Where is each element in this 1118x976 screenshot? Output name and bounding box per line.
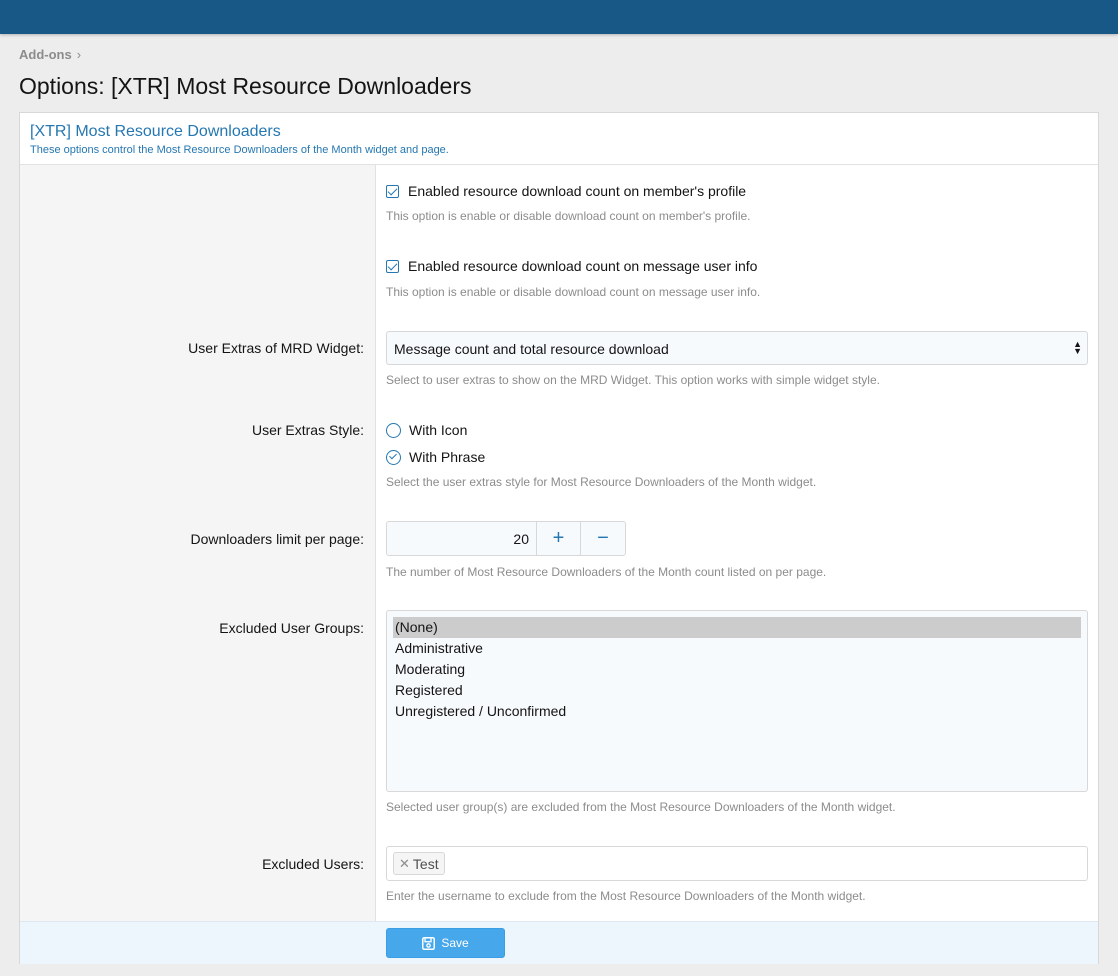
- list-option[interactable]: Moderating: [393, 659, 1081, 680]
- chevron-right-icon: ›: [76, 47, 82, 62]
- extras-style-label: User Extras Style:: [251, 422, 364, 438]
- save-icon: [422, 936, 436, 950]
- profile-count-hint: This option is enable or disable downloa…: [386, 209, 751, 223]
- radio-unchecked-icon[interactable]: [386, 422, 401, 438]
- list-option[interactable]: Administrative: [393, 638, 1081, 659]
- limit-hint: The number of Most Resource Downloaders …: [386, 565, 827, 579]
- block-description: These options control the Most Resource …: [30, 144, 449, 156]
- user-extras-label: User Extras of MRD Widget:: [188, 340, 364, 356]
- checkbox-checked-icon[interactable]: [386, 259, 399, 273]
- block-header: [XTR] Most Resource Downloaders These op…: [20, 113, 1098, 165]
- extras-style-hint: Select the user extras style for Most Re…: [386, 475, 817, 489]
- save-button[interactable]: Save: [386, 928, 505, 958]
- excluded-users-input[interactable]: ✕ Test: [386, 846, 1088, 881]
- top-navigation-bar: [0, 0, 1118, 34]
- limit-input[interactable]: 20: [387, 522, 537, 555]
- profile-count-label: Enabled resource download count on membe…: [408, 183, 747, 199]
- radio-with-icon-label: With Icon: [409, 422, 468, 438]
- select-arrows-icon: ▲ ▼: [1073, 339, 1082, 356]
- message-count-checkbox[interactable]: Enabled resource download count on messa…: [386, 258, 757, 274]
- list-option[interactable]: Unregistered / Unconfirmed: [393, 701, 1081, 722]
- list-option[interactable]: Registered: [393, 680, 1081, 701]
- user-extras-hint: Select to user extras to show on the MRD…: [386, 373, 880, 387]
- excluded-groups-listbox[interactable]: (None) Administrative Moderating Registe…: [386, 610, 1088, 792]
- user-token: ✕ Test: [393, 852, 445, 875]
- plus-icon[interactable]: +: [537, 522, 581, 555]
- excluded-users-label: Excluded Users:: [262, 856, 364, 872]
- radio-with-icon[interactable]: With Icon: [386, 422, 467, 438]
- block-title: [XTR] Most Resource Downloaders: [30, 123, 281, 140]
- limit-stepper: 20 + −: [386, 521, 626, 556]
- message-count-hint: This option is enable or disable downloa…: [386, 285, 761, 299]
- profile-count-checkbox[interactable]: Enabled resource download count on membe…: [386, 183, 746, 199]
- excluded-users-hint: Enter the username to exclude from the M…: [386, 889, 866, 903]
- breadcrumb: Add-ons ›: [19, 47, 81, 62]
- remove-token-icon[interactable]: ✕: [399, 856, 410, 872]
- excluded-groups-hint: Selected user group(s) are excluded from…: [386, 800, 896, 814]
- form-submit-row: Save: [20, 921, 1098, 964]
- user-extras-value: Message count and total resource downloa…: [394, 341, 669, 357]
- breadcrumb-link-addons[interactable]: Add-ons: [19, 47, 72, 62]
- minus-icon[interactable]: −: [581, 522, 625, 555]
- radio-with-phrase[interactable]: With Phrase: [386, 449, 485, 465]
- list-option[interactable]: (None): [393, 617, 1081, 638]
- options-block: [XTR] Most Resource Downloaders These op…: [19, 112, 1099, 964]
- radio-checked-icon[interactable]: [386, 449, 401, 465]
- excluded-groups-label: Excluded User Groups:: [219, 620, 364, 636]
- user-extras-select[interactable]: Message count and total resource downloa…: [386, 331, 1088, 365]
- limit-label: Downloaders limit per page:: [190, 531, 364, 547]
- checkbox-checked-icon[interactable]: [386, 184, 399, 198]
- message-count-label: Enabled resource download count on messa…: [408, 258, 758, 274]
- page-title: Options: [XTR] Most Resource Downloaders: [19, 73, 472, 99]
- user-token-label: Test: [412, 855, 439, 872]
- save-button-label: Save: [441, 936, 469, 950]
- radio-with-phrase-label: With Phrase: [409, 449, 486, 465]
